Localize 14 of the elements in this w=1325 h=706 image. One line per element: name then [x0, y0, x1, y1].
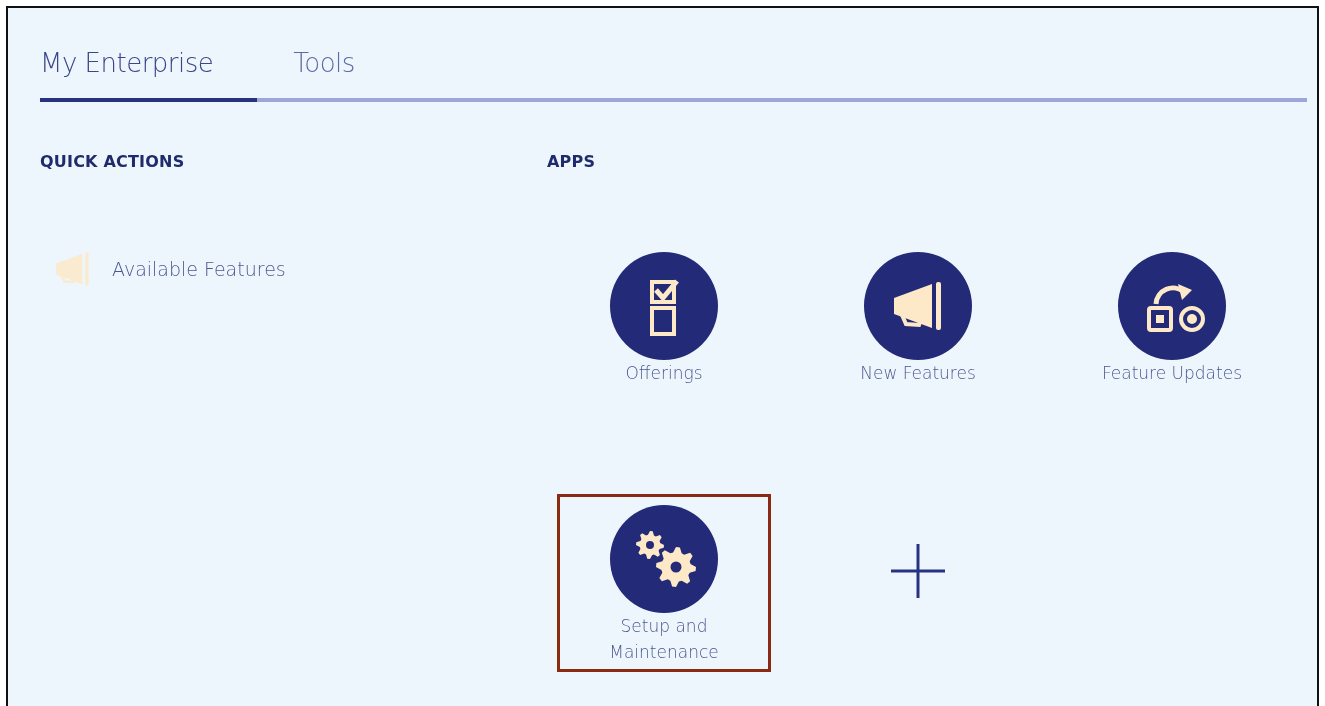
plus-icon: [891, 544, 945, 598]
add-button[interactable]: [891, 544, 945, 598]
tab[interactable]: My Enterprise: [40, 48, 258, 102]
app-tile[interactable]: Feature Updates: [1080, 241, 1264, 393]
tab[interactable]: Tools: [293, 48, 399, 102]
checklist-icon: [610, 252, 718, 360]
quick-action-link[interactable]: Available Features: [112, 258, 286, 280]
gears-icon: [610, 505, 718, 613]
app-tile[interactable]: Setup and Maintenance: [557, 494, 771, 672]
app-tile[interactable]: New Features: [839, 241, 997, 393]
section-heading: QUICK ACTIONS: [40, 152, 186, 171]
section-heading: APPS: [547, 152, 597, 171]
megaphone-icon: [864, 252, 972, 360]
app-tile[interactable]: Offerings: [589, 241, 739, 393]
